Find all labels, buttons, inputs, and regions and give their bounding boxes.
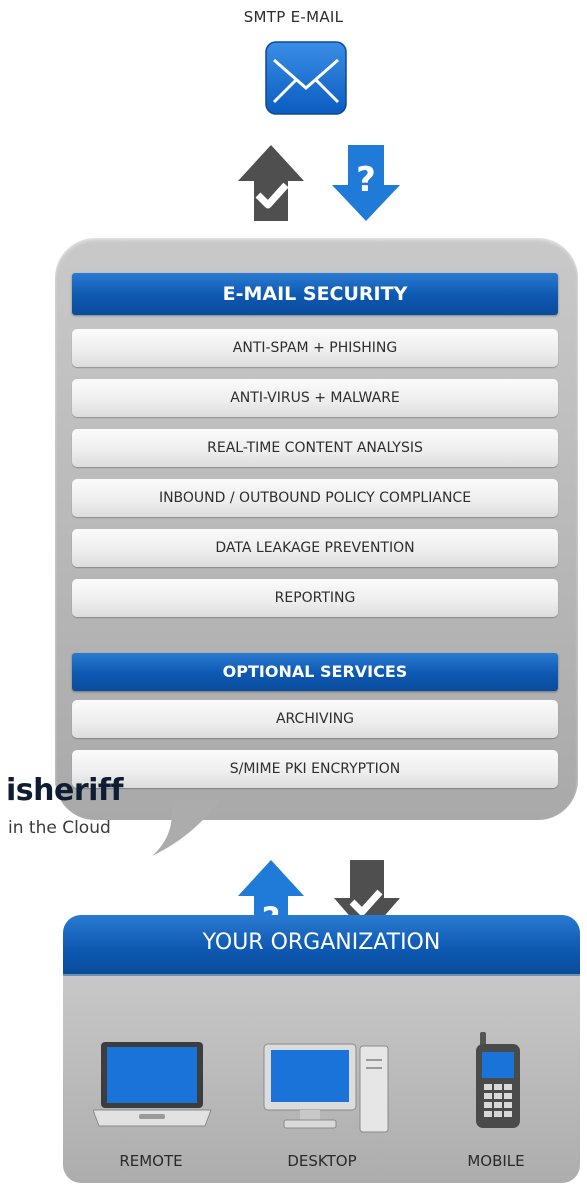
laptop-icon	[92, 1040, 213, 1134]
optional-services-header: OPTIONAL SERVICES	[72, 653, 558, 691]
device-label-remote: REMOTE	[119, 1152, 183, 1170]
service-item: ANTI-VIRUS + MALWARE	[72, 379, 558, 417]
email-security-header: E-MAIL SECURITY	[72, 273, 558, 315]
envelope-icon	[264, 40, 348, 120]
logo-tagline: in the Cloud	[8, 818, 111, 838]
cloud-speech-tail	[150, 800, 230, 864]
svg-text:?: ?	[356, 160, 376, 200]
isheriff-logo: isheriff	[6, 773, 124, 808]
mobile-phone-icon	[470, 1032, 526, 1136]
up-check-arrow-icon	[236, 143, 306, 223]
organization-header: YOUR ORGANIZATION	[63, 915, 580, 976]
service-item: REAL-TIME CONTENT ANALYSIS	[72, 429, 558, 467]
desktop-computer-icon	[262, 1040, 392, 1144]
service-item: S/MIME PKI ENCRYPTION	[72, 750, 558, 788]
device-label-mobile: MOBILE	[467, 1152, 525, 1170]
device-label-desktop: DESKTOP	[287, 1152, 357, 1170]
service-item: ANTI-SPAM + PHISHING	[72, 329, 558, 367]
service-item: ARCHIVING	[72, 700, 558, 738]
service-item: INBOUND / OUTBOUND POLICY COMPLIANCE	[72, 479, 558, 517]
service-item: DATA LEAKAGE PREVENTION	[72, 529, 558, 567]
smtp-email-label: SMTP E-MAIL	[243, 8, 344, 26]
down-question-arrow-icon: ?	[330, 143, 402, 223]
service-item: REPORTING	[72, 579, 558, 617]
